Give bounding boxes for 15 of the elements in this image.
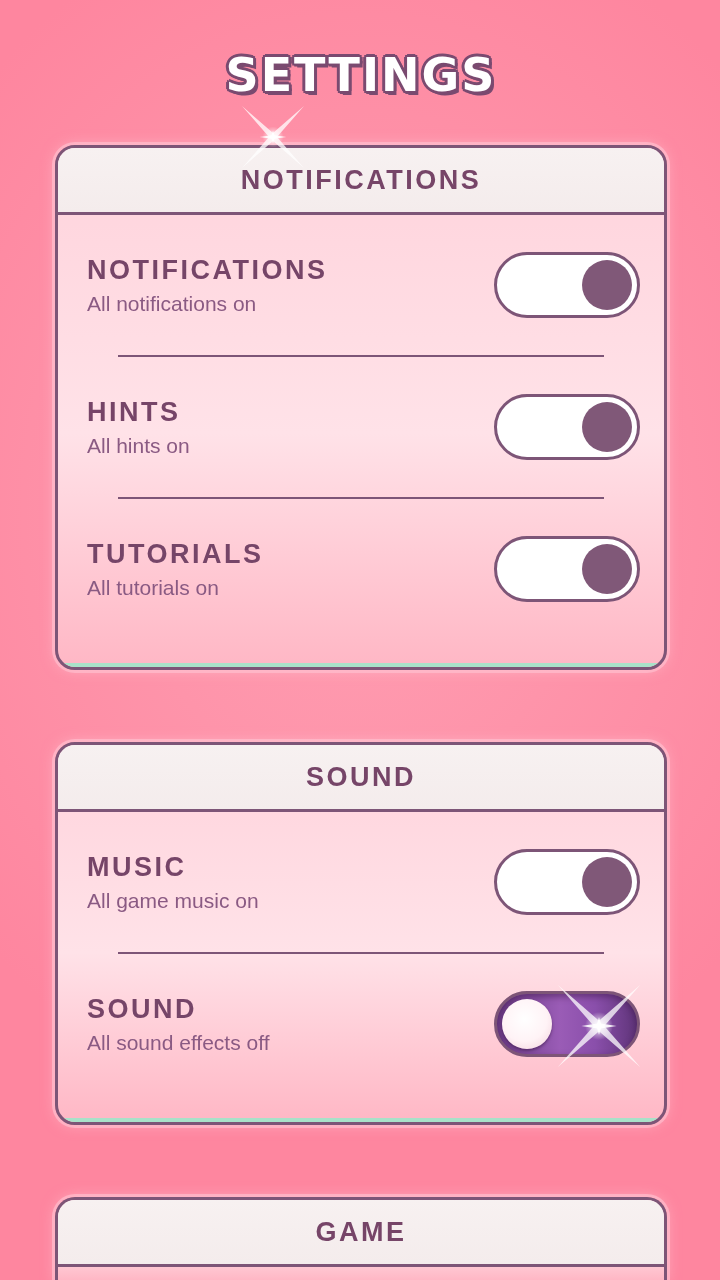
setting-title: HINTS — [87, 396, 182, 428]
section-title: SOUND — [306, 761, 416, 793]
settings-title: SETTINGS — [225, 47, 497, 104]
setting-description: All sound effects off — [87, 1030, 270, 1055]
setting-title: TUTORIALS — [87, 538, 264, 570]
setting-description: All notifications on — [87, 291, 258, 316]
setting-title: NOTIFICATIONS — [87, 254, 328, 286]
section-title: GAME — [315, 1216, 407, 1248]
setting-title: MUSIC — [87, 851, 188, 883]
setting-description: All game music on — [87, 888, 259, 913]
setting-description: All hints on — [87, 433, 190, 458]
section-title: NOTIFICATIONS — [240, 164, 482, 196]
setting-description: All tutorials on — [87, 575, 220, 600]
sparkle-icon — [555, 982, 643, 1070]
setting-title: SOUND — [87, 993, 198, 1025]
